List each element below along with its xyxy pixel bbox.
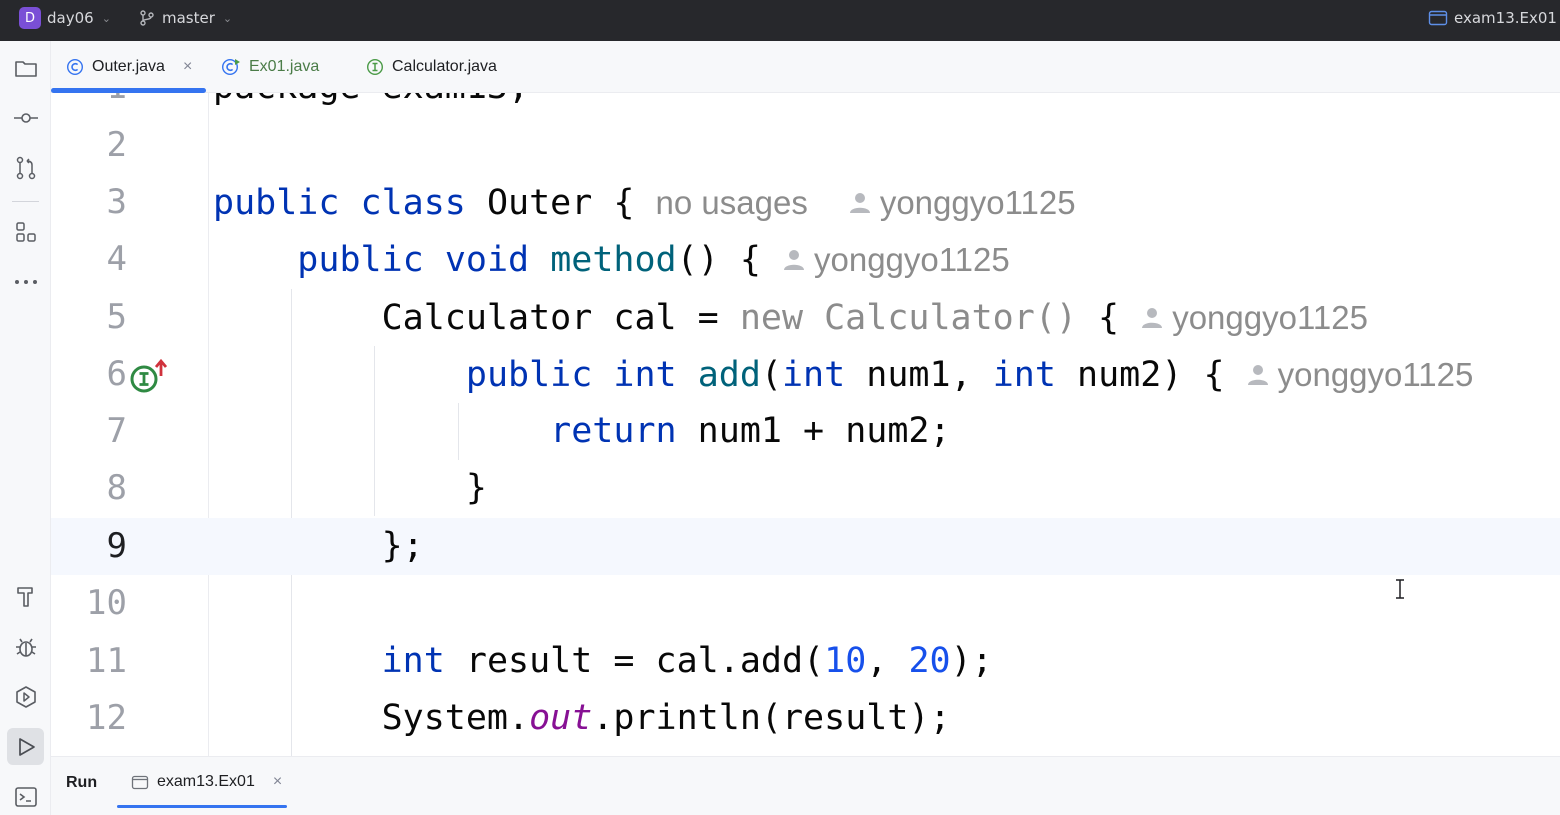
run-tab-label: exam13.Ex01 xyxy=(157,773,255,790)
run-config-icon xyxy=(131,775,149,789)
class-runnable-icon xyxy=(221,58,240,76)
code-text: }; xyxy=(213,526,424,566)
code-line: 1 package exam13; xyxy=(51,93,1560,116)
project-tool-button[interactable] xyxy=(7,49,44,86)
project-widget[interactable]: D day06 ⌄ xyxy=(19,0,111,36)
implements-method-icon[interactable] xyxy=(129,358,173,398)
line-number: 8 xyxy=(106,468,127,508)
title-bar: D day06 ⌄ master ⌄ exam13.Ex01 xyxy=(0,0,1560,41)
commit-tool-button[interactable] xyxy=(7,99,44,136)
code-line: 10 xyxy=(51,575,1560,632)
active-tab-indicator xyxy=(117,805,287,808)
line-number: 4 xyxy=(106,239,127,279)
author-hint[interactable]: yonggyo1125 xyxy=(1246,356,1473,393)
build-tool-button[interactable] xyxy=(7,578,44,615)
code-text: } xyxy=(213,468,487,508)
user-icon xyxy=(1247,365,1268,386)
line-number: 1 xyxy=(51,93,127,116)
close-icon[interactable]: × xyxy=(273,773,282,791)
code-line: 2 xyxy=(51,117,1560,174)
pull-request-icon xyxy=(16,156,35,179)
code-editor[interactable]: 1 package exam13; 2 3 public class Outer… xyxy=(51,93,1560,756)
code-text: Calculator cal = new Calculator() { yong… xyxy=(381,298,1368,338)
run-config-icon xyxy=(1428,10,1448,26)
code-line: 12 System.out.println(result); xyxy=(51,690,1560,747)
run-tab-exam13-ex01[interactable]: exam13.Ex01 × xyxy=(131,757,282,807)
line-number: 6 xyxy=(106,354,127,394)
project-badge: D xyxy=(19,7,41,29)
services-icon xyxy=(15,685,36,708)
run-tool-button[interactable] xyxy=(7,728,44,765)
code-text: public void method() { yonggyo1125 xyxy=(297,240,1010,280)
text-cursor-icon xyxy=(1396,579,1404,599)
author-hint[interactable]: yonggyo1125 xyxy=(782,241,1010,278)
code-line: 7 return num1 + num2; xyxy=(51,403,1560,460)
code-line: 8 } xyxy=(51,460,1560,517)
code-line: 4 public void method() { yonggyo1125 xyxy=(51,231,1560,288)
author-hint[interactable]: yonggyo1125 xyxy=(1140,299,1368,336)
user-icon xyxy=(1142,308,1163,329)
current-code-line: 9 }; xyxy=(51,518,1560,575)
pull-requests-tool-button[interactable] xyxy=(7,149,44,186)
hammer-icon xyxy=(16,586,33,607)
folder-icon xyxy=(14,60,37,77)
run-config-name: exam13.Ex01 xyxy=(1454,9,1557,27)
close-icon[interactable]: × xyxy=(183,58,192,76)
chevron-down-icon: ⌄ xyxy=(101,11,111,25)
code-text: package exam13; xyxy=(213,93,529,116)
run-configuration-widget[interactable]: exam13.Ex01 xyxy=(1428,0,1557,36)
code-line: 11 int result = cal.add(10, 20); xyxy=(51,633,1560,690)
line-number: 3 xyxy=(106,182,127,222)
branch-icon xyxy=(138,9,156,27)
code-text: System.out.println(result); xyxy=(381,698,951,738)
tab-label: Calculator.java xyxy=(392,58,497,75)
code-line: 5 Calculator cal = new Calculator() { yo… xyxy=(51,289,1560,346)
code-line: 6 public int add(int num1, int num2) { y… xyxy=(51,346,1560,403)
usages-hint[interactable]: no usages xyxy=(656,184,808,221)
more-icon xyxy=(14,279,37,284)
run-icon xyxy=(18,737,35,756)
terminal-icon xyxy=(14,786,37,807)
run-panel-title: Run xyxy=(66,774,98,791)
structure-icon xyxy=(15,221,36,242)
tab-ex01-java[interactable]: Ex01.java xyxy=(221,41,319,93)
code-text: return num1 + num2; xyxy=(550,411,951,451)
divider xyxy=(12,201,39,202)
line-number: 11 xyxy=(86,641,127,681)
code-text: public class Outer { no usages yonggyo112… xyxy=(213,183,1076,223)
run-tool-window-header: Run exam13.Ex01 × xyxy=(51,756,1560,815)
commit-icon xyxy=(13,112,38,123)
tab-label: Ex01.java xyxy=(249,58,320,75)
line-number: 7 xyxy=(106,411,127,451)
line-number: 9 xyxy=(106,526,127,566)
tab-calculator-java[interactable]: Calculator.java xyxy=(366,41,497,93)
tab-label: Outer.java xyxy=(92,58,165,75)
user-icon xyxy=(783,250,804,271)
interface-icon xyxy=(366,58,384,76)
vcs-branch-widget[interactable]: master ⌄ xyxy=(138,0,232,36)
line-number: 12 xyxy=(86,698,127,738)
bug-icon xyxy=(15,638,36,657)
code-text: public int add(int num1, int num2) { yon… xyxy=(465,355,1474,395)
class-icon xyxy=(66,58,84,76)
code-text: int result = cal.add(10, 20); xyxy=(381,641,993,681)
structure-tool-button[interactable] xyxy=(7,213,44,250)
branch-name: master xyxy=(162,9,215,27)
terminal-tool-button[interactable] xyxy=(7,778,44,815)
tab-outer-java[interactable]: Outer.java × xyxy=(66,41,192,93)
debug-tool-button[interactable] xyxy=(7,628,44,665)
line-number: 5 xyxy=(106,297,127,337)
services-tool-button[interactable] xyxy=(7,678,44,715)
project-name: day06 xyxy=(47,9,94,27)
line-number: 2 xyxy=(106,125,127,165)
editor-tab-bar: Outer.java × Ex01.java Calculator.java xyxy=(51,41,1560,93)
chevron-down-icon: ⌄ xyxy=(222,11,233,25)
more-tools-button[interactable] xyxy=(7,263,44,300)
tool-window-strip xyxy=(0,41,51,815)
line-number: 10 xyxy=(86,583,127,623)
author-hint[interactable]: yonggyo1125 xyxy=(848,184,1076,221)
user-icon xyxy=(849,193,870,214)
code-line: 3 public class Outer { no usages yonggyo1… xyxy=(51,174,1560,231)
